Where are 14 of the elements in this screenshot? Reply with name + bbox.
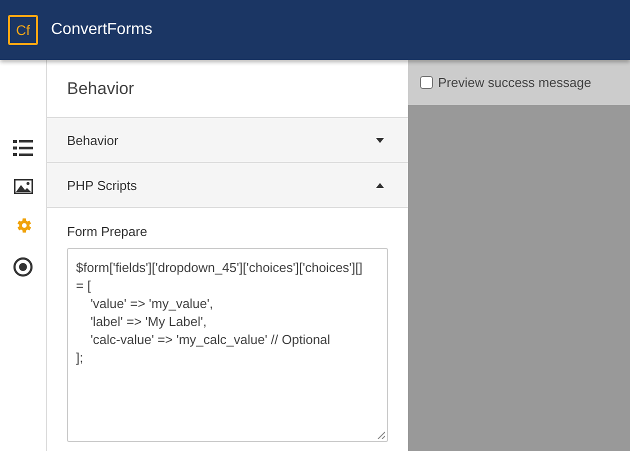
code-field[interactable]: $form['fields']['dropdown_45']['choices']['choices'][] = [ 'value' => 'my_value', 'label' => 'My Label', 'calc-value' => 'my_calc_value' // Optional ];	[67, 248, 388, 442]
caret-up-icon	[376, 182, 384, 188]
caret-down-icon	[376, 138, 384, 142]
image-icon[interactable]	[14, 179, 32, 194]
list-icon[interactable]	[13, 139, 33, 157]
target-icon[interactable]	[13, 257, 33, 277]
preview-checkbox[interactable]	[420, 76, 433, 89]
brand-name: ConvertForms	[51, 21, 152, 39]
field-label: Form Prepare	[67, 224, 148, 239]
logo-icon: Cf	[8, 15, 38, 45]
accordion-header[interactable]: Behavior	[47, 118, 408, 163]
checkbox-label: Preview success message	[438, 75, 592, 90]
accordion-header[interactable]: PHP Scripts	[47, 163, 408, 208]
resize-handle-icon[interactable]	[377, 431, 385, 439]
